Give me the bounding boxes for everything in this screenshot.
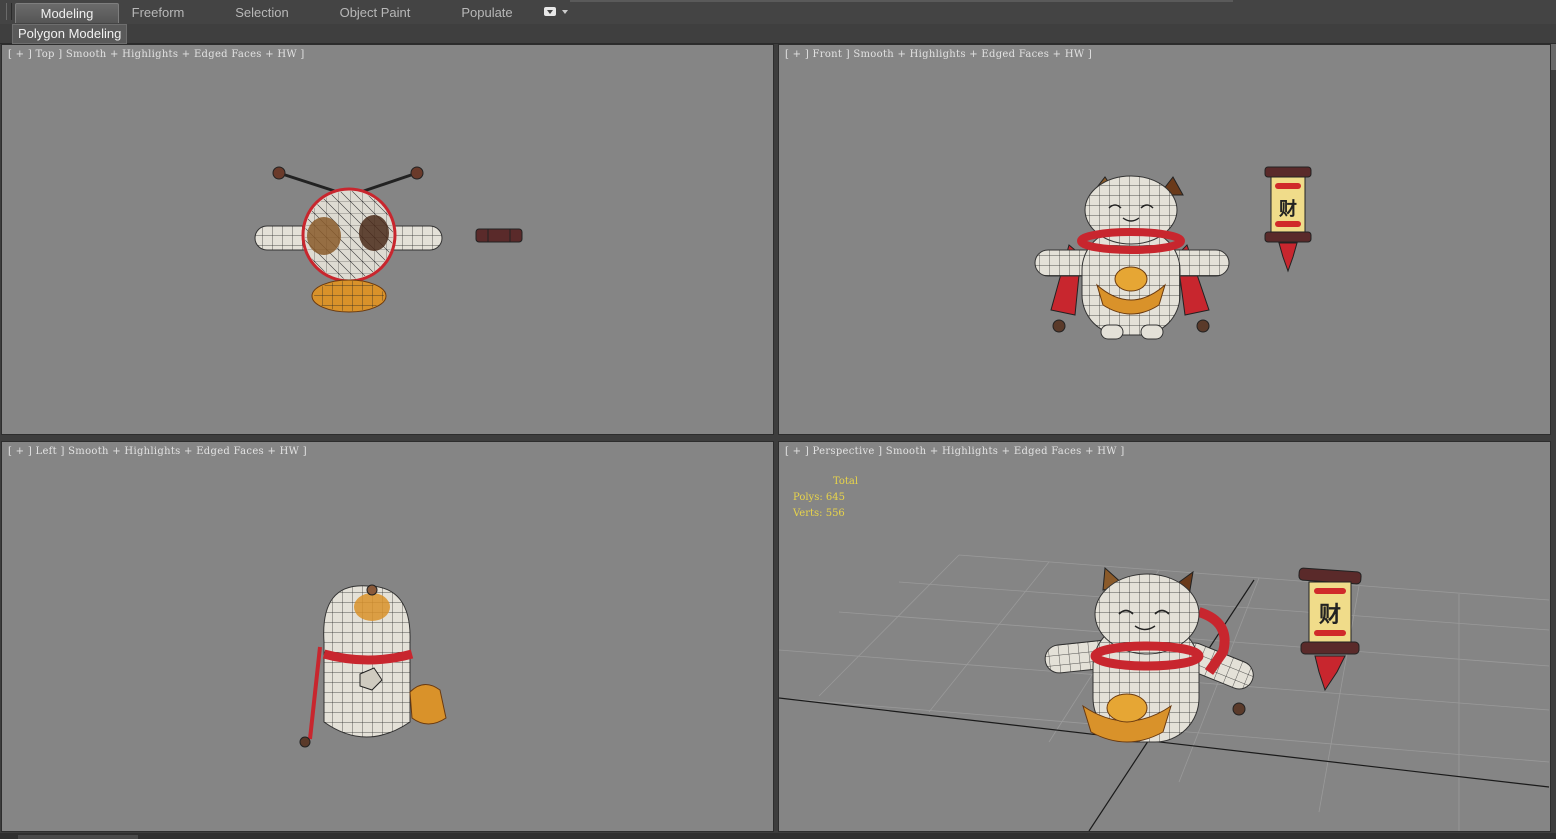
viewport-left[interactable]: [ + ] Left ] Smooth + Highlights + Edged… [1,441,774,832]
ear-spot [354,593,390,621]
ear-spot [307,217,341,255]
ribbon-tab-bar: Modeling Freeform Selection Object Paint… [0,0,1556,25]
scroll-glyph: 财 [1279,198,1297,220]
bell [410,166,424,180]
time-slider-handle[interactable] [18,835,138,839]
polygon-modeling-panel[interactable]: Polygon Modeling [12,24,128,44]
chevron-down-icon [562,10,568,14]
scroll-tassel [1314,655,1346,692]
left-view-model [299,584,447,748]
tab-populate[interactable]: Populate [450,3,524,22]
ribbon-options-icon[interactable] [544,6,570,18]
scroll-rod-bottom [1264,231,1312,243]
ribbon-panel-bar: Polygon Modeling [0,24,1556,44]
top-view-model [254,166,523,313]
front-view-model: 财 [1034,166,1312,340]
viewport-perspective[interactable]: [ + ] Perspective ] Smooth + Highlights … [778,441,1551,832]
ribbon-display-icon [544,7,556,16]
ribbon-divider [570,0,1233,2]
bell [272,166,286,180]
scroll-glyph: 财 [1319,603,1341,628]
tab-object-paint[interactable]: Object Paint [330,3,420,22]
status-bar-edge [0,833,1556,839]
hanging-cord [308,646,322,740]
scroll-tassel [1278,242,1298,273]
perspective-view-model: 财 [779,554,1550,831]
scroll-rod-top [1264,166,1312,178]
ribbon-grip[interactable] [6,3,12,20]
tab-modeling[interactable]: Modeling [15,3,119,23]
ear-spot [359,215,389,251]
viewport-scrollbar[interactable] [1551,44,1556,70]
gold-ingot [409,684,447,725]
scroll-top [475,228,523,243]
scroll-rod-bottom [1300,641,1360,655]
viewport-front[interactable]: [ + ] Front ] Smooth + Highlights + Edge… [778,44,1551,435]
tab-freeform[interactable]: Freeform [118,3,198,22]
viewport-top[interactable]: [ + ] Top ] Smooth + Highlights + Edged … [1,44,774,435]
tab-selection[interactable]: Selection [220,3,304,22]
